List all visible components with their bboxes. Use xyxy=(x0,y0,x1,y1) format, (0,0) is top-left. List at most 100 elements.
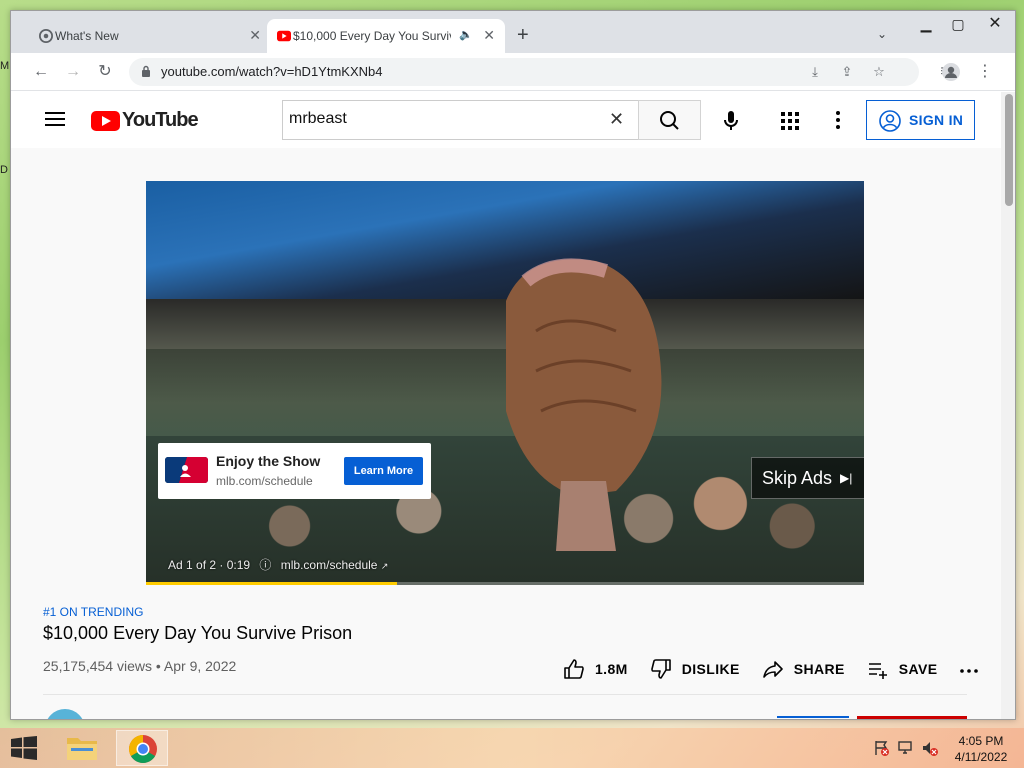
maximize-button[interactable]: ▢ xyxy=(941,13,975,35)
clock-date: 4/11/2022 xyxy=(954,750,1008,764)
bookmark-star-icon[interactable]: ☆ xyxy=(871,64,887,80)
upload-date: Apr 9, 2022 xyxy=(163,658,237,674)
dislike-label: DISLIKE xyxy=(681,661,740,677)
subscribe-button[interactable] xyxy=(857,716,967,719)
browser-menu-icon[interactable]: ⋮ xyxy=(975,62,995,82)
ad-progress-fill xyxy=(146,582,398,585)
share-icon[interactable]: ⇪ xyxy=(839,64,855,80)
address-bar[interactable]: youtube.com/watch?v=hD1YtmKXNb4 ⤓ ⇪ ☆ xyxy=(129,58,919,86)
share-label: SHARE xyxy=(793,661,845,677)
ad-counter: Ad 1 of 2 · 0:19 xyxy=(168,558,251,572)
browser-window: What's New ✕ $10,000 Every Day You Survi… xyxy=(10,10,1016,720)
tab-strip: What's New ✕ $10,000 Every Day You Survi… xyxy=(11,11,1015,53)
apps-grid-icon[interactable] xyxy=(781,112,799,130)
tab-title: $10,000 Every Day You Survive Prison xyxy=(293,29,451,43)
share-button[interactable]: SHARE xyxy=(762,658,845,680)
action-center-flag-icon[interactable] xyxy=(872,739,890,757)
profile-avatar-icon[interactable] xyxy=(941,62,961,82)
folder-icon xyxy=(67,738,97,760)
search-button[interactable] xyxy=(638,100,701,140)
like-count: 1.8M xyxy=(595,661,628,677)
thumbs-down-icon xyxy=(650,659,671,679)
share-arrow-icon xyxy=(762,661,783,678)
trending-badge[interactable]: #1 ON TRENDING xyxy=(43,605,143,619)
join-button[interactable] xyxy=(777,716,849,719)
desktop-label-d: D xyxy=(0,164,8,176)
windows-taskbar: 4:05 PM 4/11/2022 xyxy=(0,728,1024,768)
tab-youtube-video[interactable]: $10,000 Every Day You Survive Prison 🔈 ✕ xyxy=(267,19,505,53)
sign-in-label: SIGN IN xyxy=(909,112,964,128)
tab-title: What's New xyxy=(55,29,119,43)
video-meta: 25,175,454 views • Apr 9, 2022 xyxy=(43,658,236,674)
ad-card-domain: mlb.com/schedule xyxy=(216,474,313,488)
video-actions: 1.8M DISLIKE SHARE SAVE xyxy=(563,658,989,680)
search-input[interactable] xyxy=(289,110,589,128)
youtube-page: YouTube ✕ xyxy=(11,92,1001,719)
window-close-button[interactable]: ✕ xyxy=(973,13,1015,35)
tab-close-icon[interactable]: ✕ xyxy=(483,28,495,42)
section-divider xyxy=(43,694,967,695)
speaker-icon[interactable]: 🔈 xyxy=(459,28,473,41)
minimize-button[interactable]: ▁ xyxy=(909,13,943,35)
clock-time: 4:05 PM xyxy=(958,734,1004,748)
ad-overlay-card[interactable]: Enjoy the Show mlb.com/schedule Learn Mo… xyxy=(158,443,431,499)
search-clear-icon[interactable]: ✕ xyxy=(609,110,624,128)
skip-ads-button[interactable]: Skip Ads ▶| xyxy=(751,457,864,499)
network-icon[interactable] xyxy=(897,739,915,757)
info-icon[interactable]: ⓘ xyxy=(259,558,271,572)
user-circle-icon xyxy=(879,110,901,132)
hamburger-menu-icon[interactable] xyxy=(45,112,65,126)
browser-toolbar: ← → ↻ youtube.com/watch?v=hD1YtmKXNb4 ⤓ … xyxy=(11,53,1015,91)
desktop-label-m: M xyxy=(0,60,10,72)
save-button[interactable]: SAVE xyxy=(867,658,938,680)
reload-icon[interactable]: ↻ xyxy=(95,62,115,82)
more-actions-button[interactable] xyxy=(959,659,989,679)
youtube-play-icon xyxy=(91,110,120,131)
external-link-icon: ↗ xyxy=(380,561,389,571)
windows-start-icon[interactable] xyxy=(10,736,38,760)
ad-card-title: Enjoy the Show xyxy=(216,453,321,469)
chrome-logo-icon xyxy=(129,735,157,763)
video-player[interactable]: Enjoy the Show mlb.com/schedule Learn Mo… xyxy=(146,181,864,585)
ad-progress-bar[interactable] xyxy=(146,582,864,585)
tab-whats-new[interactable]: What's New ✕ xyxy=(29,19,271,53)
baseball-glove-image xyxy=(506,258,662,551)
thumbs-up-icon xyxy=(564,659,584,679)
youtube-logo-text: YouTube xyxy=(122,109,199,131)
scrollbar-thumb[interactable] xyxy=(1005,94,1013,206)
playlist-add-icon xyxy=(868,663,887,679)
channel-avatar[interactable] xyxy=(45,709,85,719)
more-vertical-icon[interactable] xyxy=(831,110,845,130)
like-button[interactable]: 1.8M xyxy=(563,658,628,680)
dislike-button[interactable]: DISLIKE xyxy=(650,658,740,680)
url-text: youtube.com/watch?v=hD1YtmKXNb4 xyxy=(161,64,383,79)
youtube-logo[interactable]: YouTube xyxy=(91,109,199,132)
search-icon xyxy=(660,111,679,130)
save-label: SAVE xyxy=(898,661,938,677)
learn-more-button[interactable]: Learn More xyxy=(344,457,423,485)
volume-muted-icon[interactable] xyxy=(921,739,939,757)
back-arrow-icon[interactable]: ← xyxy=(31,62,51,82)
sign-in-button[interactable]: SIGN IN xyxy=(866,100,975,140)
video-title: $10,000 Every Day You Survive Prison xyxy=(43,623,353,643)
chrome-icon xyxy=(39,29,53,43)
youtube-header: YouTube ✕ xyxy=(11,92,1001,148)
system-clock[interactable]: 4:05 PM 4/11/2022 xyxy=(948,733,1014,765)
meta-separator: • xyxy=(155,658,161,674)
chrome-taskbar-button[interactable] xyxy=(116,730,168,766)
install-app-icon[interactable]: ⤓ xyxy=(807,64,823,80)
tab-search-chevron-icon[interactable]: ⌄ xyxy=(877,27,887,41)
ad-info-bar: Ad 1 of 2 · 0:19 ⓘ mlb.com/schedule ↗ xyxy=(168,556,388,573)
search-field[interactable] xyxy=(282,100,638,140)
skip-next-icon: ▶| xyxy=(840,471,853,485)
microphone-icon[interactable] xyxy=(717,106,745,134)
youtube-icon xyxy=(277,30,291,42)
file-explorer-taskbar-button[interactable] xyxy=(56,730,108,766)
forward-arrow-icon[interactable]: → xyxy=(63,62,83,82)
lock-icon[interactable] xyxy=(141,65,151,77)
ad-info-domain[interactable]: mlb.com/schedule xyxy=(281,558,378,572)
mlb-logo-icon xyxy=(165,457,208,483)
tab-close-icon[interactable]: ✕ xyxy=(249,28,261,42)
new-tab-button[interactable]: + xyxy=(517,25,529,45)
page-scrollbar[interactable] xyxy=(1001,92,1015,719)
